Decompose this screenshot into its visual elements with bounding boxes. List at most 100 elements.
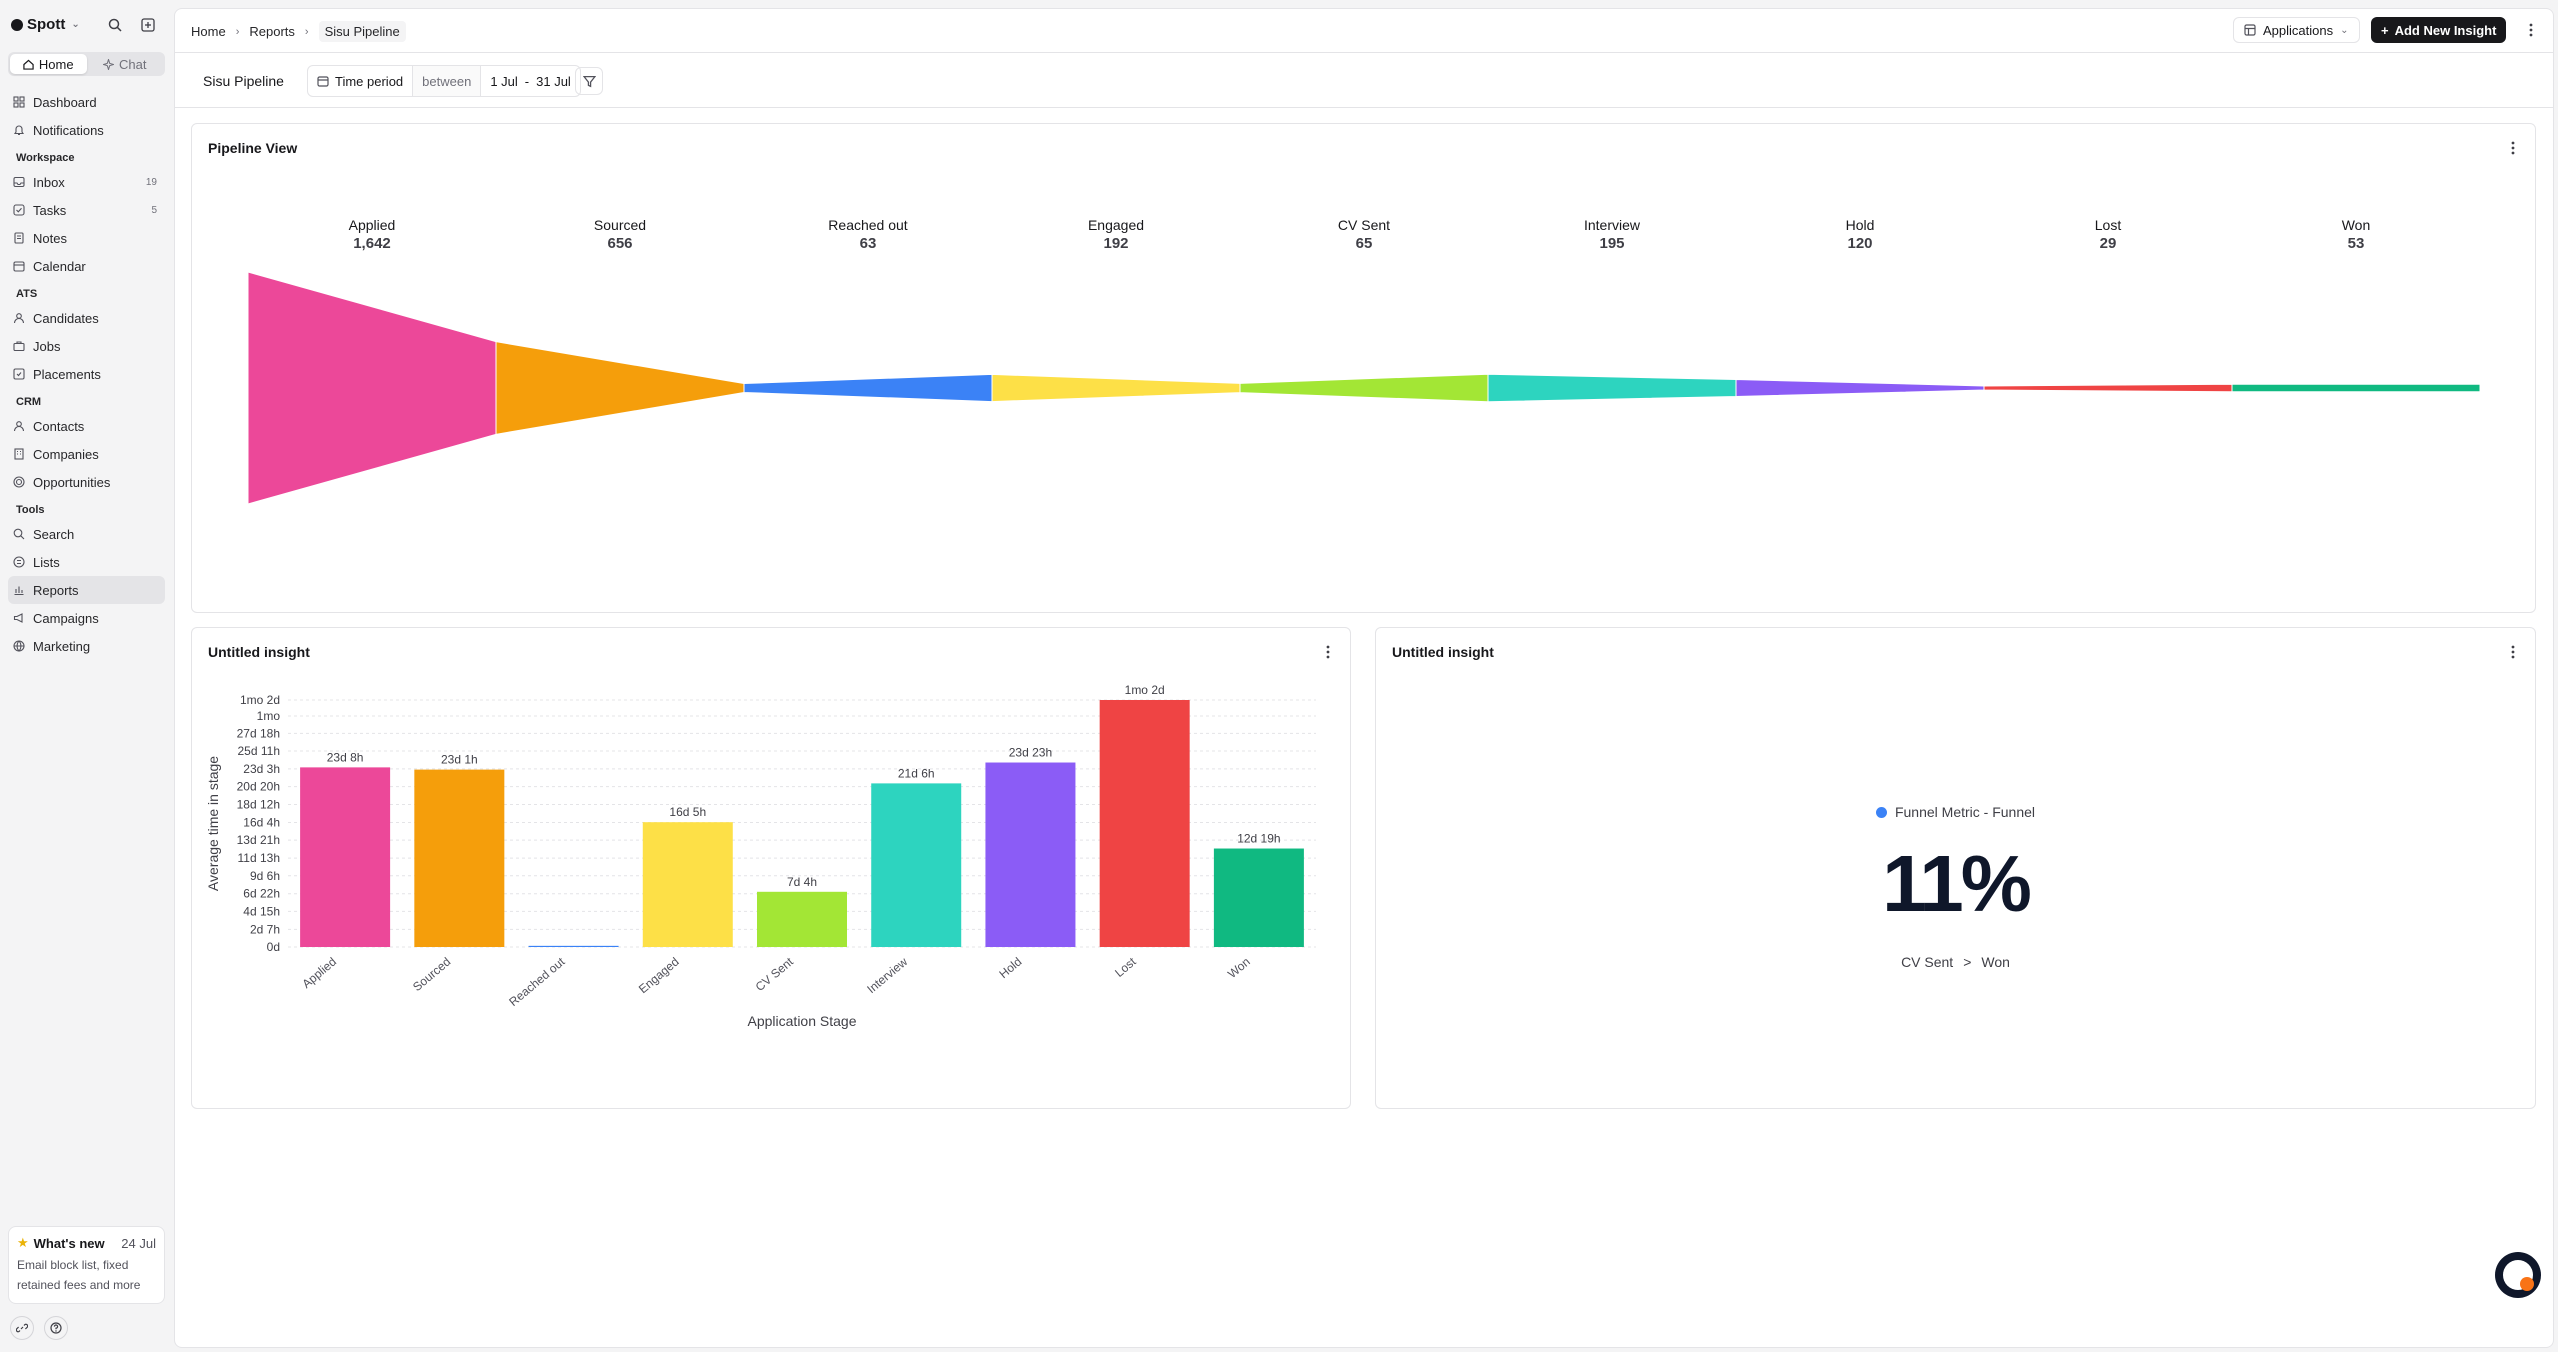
funnel-stage-label: Interview — [1584, 217, 1641, 233]
applications-label: Applications — [2263, 22, 2334, 38]
add-new-insight-button[interactable]: + Add New Insight — [2371, 17, 2507, 43]
funnel-segment[interactable] — [247, 271, 497, 505]
sidebar-item-calendar[interactable]: Calendar — [8, 252, 165, 280]
x-axis-label: Application Stage — [748, 1013, 857, 1029]
link-button[interactable] — [10, 1316, 34, 1340]
funnel-stage-value: 53 — [2348, 235, 2365, 252]
y-tick-label: 25d 11h — [238, 744, 281, 758]
chat-assistant-button[interactable] — [2495, 1252, 2541, 1298]
x-tick-label: Hold — [996, 955, 1024, 982]
bar[interactable] — [414, 769, 505, 947]
link-icon — [16, 1323, 28, 1333]
bar[interactable] — [757, 891, 847, 947]
calendar-icon — [13, 261, 25, 272]
compose-icon — [141, 18, 155, 32]
sidebar-item-candidates[interactable]: Candidates — [8, 304, 165, 332]
metric-body: Funnel Metric - Funnel 11% CV Sent > Won — [1376, 628, 2535, 1108]
x-tick-label: Applied — [299, 955, 339, 991]
funnel-stage-label: CV Sent — [1338, 217, 1390, 233]
x-tick-label: Engaged — [636, 955, 682, 997]
funnel-segment[interactable] — [991, 373, 1241, 403]
workspace-switcher[interactable]: Spott ⌄ — [11, 16, 80, 33]
time-period-filter[interactable]: Time period between 1 Jul - 31 Jul — [307, 65, 581, 97]
new-item-button[interactable] — [135, 13, 161, 37]
sidebar-item-dashboard[interactable]: Dashboard — [8, 88, 165, 116]
help-button[interactable] — [44, 1316, 68, 1340]
y-tick-label: 2d 7h — [250, 922, 280, 936]
tab-chat[interactable]: Chat — [87, 54, 164, 74]
sidebar-item-jobs[interactable]: Jobs — [8, 332, 165, 360]
target-icon — [13, 476, 25, 488]
sidebar-item-reports[interactable]: Reports — [8, 576, 165, 604]
page-menu-button[interactable] — [2521, 19, 2541, 41]
metric-to-stage: Won — [1981, 954, 2010, 970]
sidebar-item-label: Companies — [33, 446, 99, 462]
funnel-segment[interactable] — [2231, 383, 2481, 393]
tab-home[interactable]: Home — [10, 54, 87, 74]
breadcrumb-reports[interactable]: Reports — [249, 24, 295, 39]
user-icon — [13, 313, 25, 324]
bar[interactable] — [528, 945, 619, 947]
search-button[interactable] — [102, 13, 128, 37]
tab-home-label: Home — [38, 56, 74, 72]
sidebar-item-label: Inbox — [33, 174, 65, 190]
date-start: 1 Jul — [490, 73, 518, 89]
breadcrumb-current[interactable]: Sisu Pipeline — [318, 21, 406, 42]
whats-new-date: 24 Jul — [121, 1235, 156, 1251]
sidebar: Spott ⌄ Home Chat Dashboard Notifications… — [0, 0, 172, 1352]
sidebar-item-tasks[interactable]: Tasks 5 — [8, 196, 165, 224]
sidebar-item-campaigns[interactable]: Campaigns — [8, 604, 165, 632]
bar[interactable] — [300, 767, 391, 947]
funnel-stage-value: 656 — [607, 235, 632, 252]
sidebar-item-marketing[interactable]: Marketing — [8, 632, 165, 660]
checkbox-icon — [13, 204, 25, 216]
y-tick-label: 27d 18h — [237, 726, 280, 740]
bar-data-label: 23d 1h — [441, 753, 478, 767]
funnel-segment[interactable] — [1239, 373, 1489, 403]
sidebar-item-contacts[interactable]: Contacts — [8, 412, 165, 440]
bar-insight-card: Untitled insight 0d 2d 7h 4d 15h 6d 22h 9d 6… — [191, 627, 1351, 1109]
applications-dropdown[interactable]: Applications ⌄ — [2233, 17, 2360, 43]
time-period-operator[interactable]: between — [413, 66, 482, 96]
bar[interactable] — [871, 783, 962, 947]
more-vertical-icon — [2529, 23, 2533, 37]
funnel-segment[interactable] — [1487, 373, 1737, 403]
search-icon — [13, 528, 25, 540]
time-period-value[interactable]: 1 Jul - 31 Jul — [481, 66, 580, 96]
sidebar-item-placements[interactable]: Placements — [8, 360, 165, 388]
bar-data-label: 12d 19h — [1237, 832, 1280, 846]
add-filter-button[interactable] — [575, 67, 603, 95]
sidebar-item-companies[interactable]: Companies — [8, 440, 165, 468]
sidebar-item-inbox[interactable]: Inbox 19 — [8, 168, 165, 196]
funnel-stage-label: Hold — [1846, 217, 1875, 233]
whats-new-card[interactable]: ★ What's new 24 Jul Email block list, fi… — [8, 1226, 165, 1304]
bar[interactable] — [985, 762, 1076, 947]
sidebar-item-search[interactable]: Search — [8, 520, 165, 548]
y-tick-label: 11d 13h — [238, 851, 281, 865]
pipeline-view-card: Pipeline View Applied 1,642 Sourced 656 Reac… — [191, 123, 2536, 613]
globe-icon — [13, 640, 25, 652]
funnel-segment[interactable] — [743, 373, 993, 403]
sidebar-item-label: Reports — [33, 582, 79, 598]
funnel-segment[interactable] — [495, 341, 745, 435]
chevron-down-icon: ⌄ — [2340, 24, 2349, 36]
sidebar-item-label: Contacts — [33, 418, 85, 434]
sidebar-item-notifications[interactable]: Notifications — [8, 116, 165, 144]
y-tick-label: 13d 21h — [237, 833, 280, 847]
sidebar-nav: Dashboard Notifications Workspace Inbox 19 Ta… — [8, 88, 165, 660]
star-icon: ★ — [17, 1235, 29, 1250]
sidebar-item-opportunities[interactable]: Opportunities — [8, 468, 165, 496]
funnel-stage-label: Won — [2342, 217, 2371, 233]
sidebar-item-lists[interactable]: Lists — [8, 548, 165, 576]
bar[interactable] — [1099, 700, 1190, 947]
sidebar-footer — [10, 1316, 68, 1340]
funnel-segment[interactable] — [1983, 383, 2233, 393]
x-tick-label: Interview — [864, 954, 910, 996]
funnel-segment[interactable] — [1735, 379, 1985, 397]
bar[interactable] — [1213, 848, 1304, 947]
y-tick-label: 23d 3h — [243, 762, 280, 776]
bar[interactable] — [642, 822, 733, 947]
filter-bar: Sisu Pipeline Time period between 1 Jul … — [175, 54, 2553, 108]
sidebar-item-notes[interactable]: Notes — [8, 224, 165, 252]
breadcrumb-home[interactable]: Home — [191, 24, 226, 39]
